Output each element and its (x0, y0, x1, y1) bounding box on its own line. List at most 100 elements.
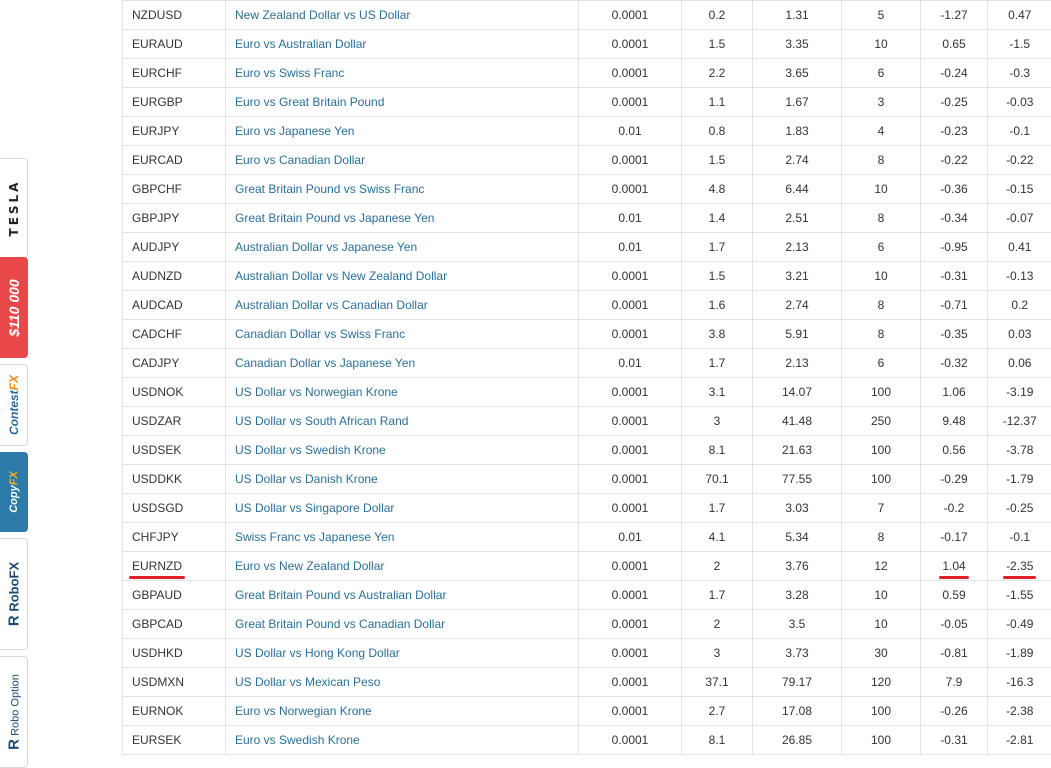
swap-long-cell: 9.48 (921, 407, 988, 436)
description-cell-text[interactable]: Euro vs Swiss Franc (235, 66, 344, 80)
tesla-promo-tab[interactable]: TESLA (0, 158, 28, 258)
description-cell-text[interactable]: Australian Dollar vs Japanese Yen (235, 240, 417, 254)
swap-long-cell-text: -0.17 (940, 530, 967, 544)
swap-long-cell: -0.24 (921, 59, 988, 88)
robofx-promo-tab[interactable]: R RoboFX (0, 538, 28, 650)
symbol-cell: EURGBP (123, 88, 226, 117)
description-cell-text[interactable]: Great Britain Pound vs Canadian Dollar (235, 617, 445, 631)
description-cell-text[interactable]: Euro vs Norwegian Krone (235, 704, 372, 718)
swap-short-cell: -0.07 (988, 204, 1051, 233)
description-cell[interactable]: Great Britain Pound vs Canadian Dollar (226, 610, 579, 639)
description-cell[interactable]: Swiss Franc vs Japanese Yen (226, 523, 579, 552)
swap-long-cell-text: 0.65 (942, 37, 965, 51)
description-cell[interactable]: Great Britain Pound vs Swiss Franc (226, 175, 579, 204)
value-cell: 8 (842, 204, 921, 233)
contestfx-promo-tab[interactable]: ContestFX (0, 364, 28, 446)
description-cell-text[interactable]: Great Britain Pound vs Swiss Franc (235, 182, 424, 196)
description-cell-text[interactable]: New Zealand Dollar vs US Dollar (235, 8, 410, 22)
value-cell-text: 6 (878, 356, 885, 370)
description-cell-text[interactable]: Canadian Dollar vs Swiss Franc (235, 327, 405, 341)
description-cell[interactable]: US Dollar vs Mexican Peso (226, 668, 579, 697)
value-cell: 2.74 (753, 146, 842, 175)
description-cell-text[interactable]: US Dollar vs Hong Kong Dollar (235, 646, 400, 660)
swap-short-cell-text: 0.06 (1008, 356, 1031, 370)
swap-long-cell-text: -0.35 (940, 327, 967, 341)
value-cell: 14.07 (753, 378, 842, 407)
symbol-cell: AUDNZD (123, 262, 226, 291)
description-cell-text[interactable]: Euro vs Canadian Dollar (235, 153, 365, 167)
description-cell[interactable]: Euro vs Swiss Franc (226, 59, 579, 88)
description-cell[interactable]: Canadian Dollar vs Japanese Yen (226, 349, 579, 378)
swap-short-cell: -0.13 (988, 262, 1051, 291)
description-cell[interactable]: Great Britain Pound vs Japanese Yen (226, 204, 579, 233)
description-cell-text[interactable]: Great Britain Pound vs Australian Dollar (235, 588, 446, 602)
swap-short-cell-text: -12.37 (1003, 414, 1037, 428)
description-cell[interactable]: Euro vs Japanese Yen (226, 117, 579, 146)
description-cell-text[interactable]: Euro vs New Zealand Dollar (235, 559, 384, 573)
point-size-cell: 0.0001 (579, 697, 682, 726)
description-cell[interactable]: US Dollar vs Singapore Dollar (226, 494, 579, 523)
value-cell-text: 1.83 (785, 124, 808, 138)
swap-short-cell-text: -2.38 (1006, 704, 1033, 718)
description-cell[interactable]: Euro vs Swedish Krone (226, 726, 579, 755)
swap-long-cell: -0.29 (921, 465, 988, 494)
description-cell-text[interactable]: Swiss Franc vs Japanese Yen (235, 530, 394, 544)
symbol-cell-text: AUDNZD (132, 269, 182, 283)
description-cell[interactable]: Australian Dollar vs New Zealand Dollar (226, 262, 579, 291)
description-cell-text[interactable]: Great Britain Pound vs Japanese Yen (235, 211, 434, 225)
description-cell[interactable]: Canadian Dollar vs Swiss Franc (226, 320, 579, 349)
description-cell-text[interactable]: Australian Dollar vs Canadian Dollar (235, 298, 428, 312)
value-cell: 100 (842, 436, 921, 465)
description-cell[interactable]: US Dollar vs Swedish Krone (226, 436, 579, 465)
prize-promo-tab[interactable]: $110 000 (0, 257, 28, 358)
description-cell[interactable]: Euro vs New Zealand Dollar (226, 552, 579, 581)
robooption-promo-tab[interactable]: R Robo Option (0, 656, 28, 768)
point-size-cell-text: 0.0001 (612, 327, 649, 341)
description-cell-text[interactable]: US Dollar vs Singapore Dollar (235, 501, 394, 515)
description-cell-text[interactable]: Australian Dollar vs New Zealand Dollar (235, 269, 447, 283)
point-size-cell-text: 0.0001 (612, 704, 649, 718)
value-cell: 2.7 (682, 697, 753, 726)
description-cell[interactable]: Australian Dollar vs Japanese Yen (226, 233, 579, 262)
swap-long-cell: -0.26 (921, 697, 988, 726)
description-cell[interactable]: Euro vs Australian Dollar (226, 30, 579, 59)
description-cell[interactable]: New Zealand Dollar vs US Dollar (226, 1, 579, 30)
symbol-cell-text: GBPJPY (132, 211, 179, 225)
description-cell-text[interactable]: Euro vs Swedish Krone (235, 733, 360, 747)
value-cell-text: 100 (871, 733, 891, 747)
swap-short-cell: -3.19 (988, 378, 1051, 407)
copyfx-promo-tab[interactable]: CopyFX (0, 452, 28, 532)
description-cell-text[interactable]: US Dollar vs Mexican Peso (235, 675, 380, 689)
swap-long-cell-text: 1.04 (942, 559, 965, 573)
prize-amount-label: $110 000 (6, 279, 22, 336)
value-cell-text: 3 (878, 95, 885, 109)
table-row: USDNOKUS Dollar vs Norwegian Krone0.0001… (123, 378, 1051, 407)
description-cell-text[interactable]: Euro vs Australian Dollar (235, 37, 366, 51)
symbol-cell-text: USDMXN (132, 675, 184, 689)
description-cell[interactable]: Euro vs Great Britain Pound (226, 88, 579, 117)
swap-short-cell-text: -0.1 (1009, 124, 1030, 138)
description-cell-text[interactable]: US Dollar vs Danish Krone (235, 472, 378, 486)
symbol-cell: GBPCHF (123, 175, 226, 204)
description-cell[interactable]: Euro vs Norwegian Krone (226, 697, 579, 726)
description-cell-text[interactable]: US Dollar vs South African Rand (235, 414, 408, 428)
table-row: USDZARUS Dollar vs South African Rand0.0… (123, 407, 1051, 436)
description-cell-text[interactable]: Canadian Dollar vs Japanese Yen (235, 356, 415, 370)
value-cell-text: 2.13 (785, 240, 808, 254)
value-cell: 10 (842, 581, 921, 610)
description-cell[interactable]: US Dollar vs Danish Krone (226, 465, 579, 494)
description-cell[interactable]: US Dollar vs Hong Kong Dollar (226, 639, 579, 668)
description-cell-text[interactable]: US Dollar vs Swedish Krone (235, 443, 386, 457)
table-row: USDMXNUS Dollar vs Mexican Peso0.000137.… (123, 668, 1051, 697)
description-cell[interactable]: US Dollar vs South African Rand (226, 407, 579, 436)
swap-long-cell: -0.25 (921, 88, 988, 117)
value-cell: 6 (842, 233, 921, 262)
description-cell[interactable]: Australian Dollar vs Canadian Dollar (226, 291, 579, 320)
description-cell[interactable]: Euro vs Canadian Dollar (226, 146, 579, 175)
description-cell[interactable]: Great Britain Pound vs Australian Dollar (226, 581, 579, 610)
description-cell[interactable]: US Dollar vs Norwegian Krone (226, 378, 579, 407)
description-cell-text[interactable]: US Dollar vs Norwegian Krone (235, 385, 398, 399)
description-cell-text[interactable]: Euro vs Japanese Yen (235, 124, 354, 138)
description-cell-text[interactable]: Euro vs Great Britain Pound (235, 95, 384, 109)
swap-long-cell: 0.59 (921, 581, 988, 610)
